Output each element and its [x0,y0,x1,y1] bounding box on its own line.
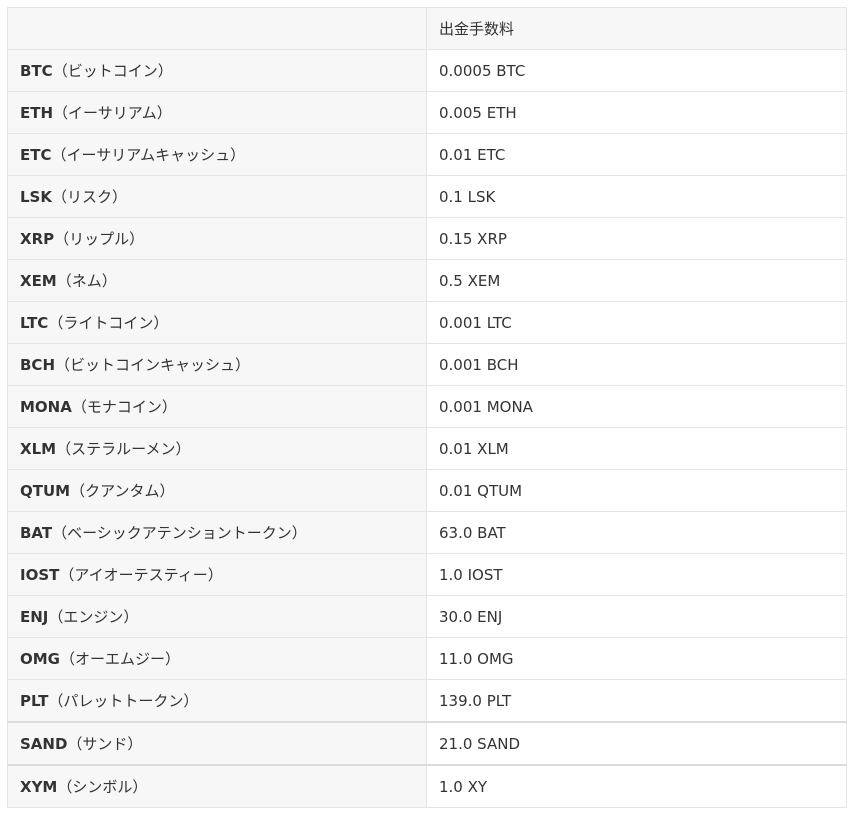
table-row: MONA（モナコイン） 0.001 MONA [7,385,847,428]
fee-cell: 0.01 QTUM [426,469,847,512]
fee-cell: 0.001 MONA [426,385,847,428]
table-row: LTC（ライトコイン） 0.001 LTC [7,301,847,344]
fee-cell: 139.0 PLT [426,679,847,723]
currency-name: （モナコイン） [71,398,177,416]
currency-code: XEM [20,272,57,290]
withdrawal-fee-table: 出金手数料 BTC（ビットコイン） 0.0005 BTC ETH（イーサリアム）… [7,7,847,808]
currency-code: PLT [20,692,49,710]
table-row: SAND（サンド） 21.0 SAND [7,721,847,766]
currency-cell: XEM（ネム） [7,259,427,302]
currency-code: ENJ [20,608,49,626]
currency-code: IOST [20,566,60,584]
currency-name: （オーエムジー） [60,650,181,668]
currency-cell: ETC（イーサリアムキャッシュ） [7,133,427,176]
currency-code: XYM [20,778,58,796]
table-row: QTUM（クアンタム） 0.01 QTUM [7,469,847,512]
currency-code: LSK [20,188,52,206]
table-row: PLT（パレットトークン） 139.0 PLT [7,679,847,723]
currency-name: （エンジン） [48,608,139,626]
currency-cell: QTUM（クアンタム） [7,469,427,512]
currency-cell: XRP（リップル） [7,217,427,260]
currency-code: BTC [20,62,53,80]
currency-name: （ビットコインキャッシュ） [55,356,251,374]
currency-code: SAND [20,735,68,753]
currency-name: （クアンタム） [70,482,175,500]
currency-cell: BAT（ベーシックアテンショントークン） [7,511,427,554]
table-row: XRP（リップル） 0.15 XRP [7,217,847,260]
currency-cell: ETH（イーサリアム） [7,91,427,134]
header-currency-cell [7,7,427,50]
fee-cell: 0.5 XEM [426,259,847,302]
currency-name: （リスク） [52,188,128,206]
currency-cell: BCH（ビットコインキャッシュ） [7,343,427,386]
fee-cell: 0.01 XLM [426,427,847,470]
fee-cell: 1.0 IOST [426,553,847,596]
fee-cell: 0.01 ETC [426,133,847,176]
table-row: ENJ（エンジン） 30.0 ENJ [7,595,847,638]
table-row: XEM（ネム） 0.5 XEM [7,259,847,302]
currency-code: OMG [20,650,60,668]
fee-cell: 30.0 ENJ [426,595,847,638]
fee-cell: 1.0 XY [426,764,847,808]
currency-cell: XLM（ステラルーメン） [7,427,427,470]
fee-cell: 0.001 LTC [426,301,847,344]
table-row: ETC（イーサリアムキャッシュ） 0.01 ETC [7,133,847,176]
fee-cell: 0.1 LSK [426,175,847,218]
currency-cell: XYM（シンボル） [7,764,427,808]
currency-code: MONA [20,398,72,416]
table-row: XYM（シンボル） 1.0 XY [7,764,847,808]
header-withdrawal-fee-cell: 出金手数料 [426,7,847,50]
fee-cell: 63.0 BAT [426,511,847,554]
currency-cell: LSK（リスク） [7,175,427,218]
currency-name: （イーサリアムキャッシュ） [51,146,246,164]
table-row: IOST（アイオーテスティー） 1.0 IOST [7,553,847,596]
fee-cell: 11.0 OMG [426,637,847,680]
currency-cell: OMG（オーエムジー） [7,637,427,680]
currency-code: BAT [20,524,53,542]
currency-cell: BTC（ビットコイン） [7,49,427,92]
currency-code: BCH [20,356,55,374]
currency-code: XLM [20,440,57,458]
currency-name: （イーサリアム） [53,104,172,122]
currency-cell: ENJ（エンジン） [7,595,427,638]
currency-code: XRP [20,230,55,248]
currency-name: （アイオーテスティー） [59,566,223,584]
table-row: XLM（ステラルーメン） 0.01 XLM [7,427,847,470]
currency-code: ETH [20,104,54,122]
currency-cell: PLT（パレットトークン） [7,679,427,723]
fee-cell: 0.15 XRP [426,217,847,260]
currency-code: QTUM [20,482,71,500]
currency-code: ETC [20,146,52,164]
currency-name: （ステラルーメン） [56,440,191,458]
currency-cell: MONA（モナコイン） [7,385,427,428]
table-row: BCH（ビットコインキャッシュ） 0.001 BCH [7,343,847,386]
currency-name: （シンボル） [57,778,148,796]
table-row: OMG（オーエムジー） 11.0 OMG [7,637,847,680]
table-row: ETH（イーサリアム） 0.005 ETH [7,91,847,134]
table-row: BAT（ベーシックアテンショントークン） 63.0 BAT [7,511,847,554]
currency-name: （ベーシックアテンショントークン） [52,524,307,542]
currency-code: LTC [20,314,49,332]
fee-cell: 0.001 BCH [426,343,847,386]
currency-name: （パレットトークン） [48,692,199,710]
currency-name: （サンド） [67,735,143,753]
fee-cell: 0.0005 BTC [426,49,847,92]
table-row: BTC（ビットコイン） 0.0005 BTC [7,49,847,92]
currency-cell: IOST（アイオーテスティー） [7,553,427,596]
table-row: LSK（リスク） 0.1 LSK [7,175,847,218]
fee-cell: 21.0 SAND [426,721,847,766]
table-header-row: 出金手数料 [7,7,847,50]
currency-name: （ライトコイン） [48,314,169,332]
currency-cell: LTC（ライトコイン） [7,301,427,344]
currency-name: （ネム） [56,272,117,290]
currency-name: （リップル） [54,230,145,248]
currency-name: （ビットコイン） [52,62,173,80]
currency-cell: SAND（サンド） [7,721,427,766]
fee-cell: 0.005 ETH [426,91,847,134]
